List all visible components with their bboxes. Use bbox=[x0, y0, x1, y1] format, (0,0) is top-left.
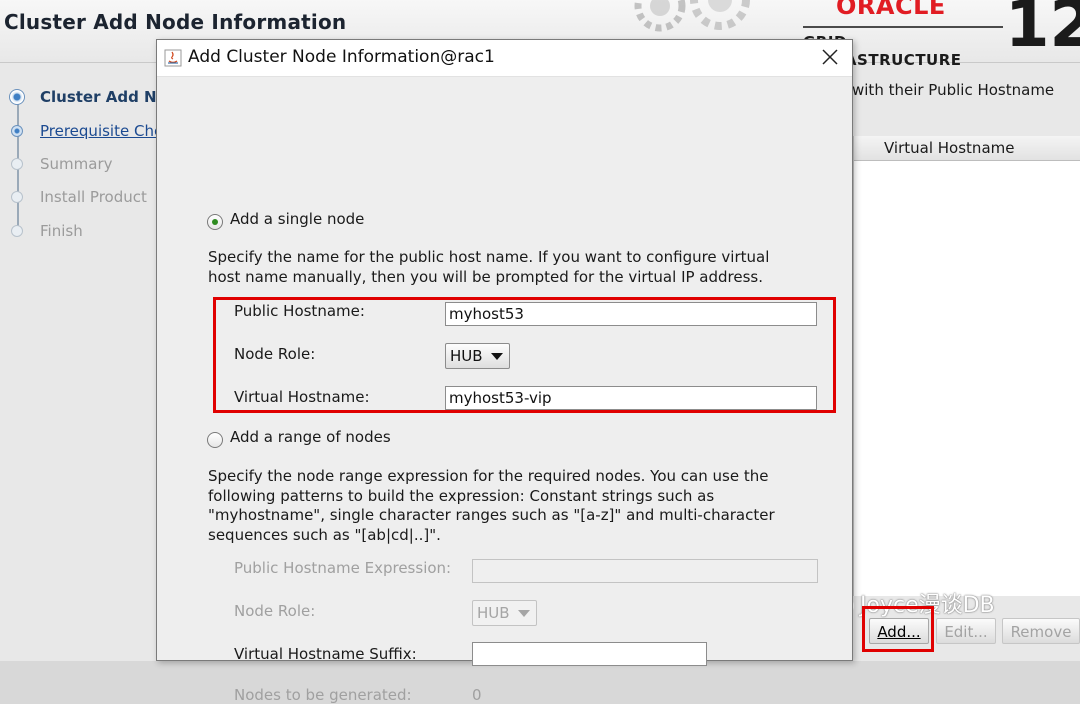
page-title: Cluster Add Node Information bbox=[4, 10, 347, 34]
nodes-table[interactable]: Virtual Hostname bbox=[853, 136, 1080, 596]
product-version: 12 bbox=[1005, 0, 1080, 62]
public-hostname-input[interactable]: myhost53 bbox=[445, 302, 817, 326]
close-icon[interactable] bbox=[821, 48, 839, 66]
public-hostname-label: Public Hostname: bbox=[234, 302, 365, 320]
dialog-body: Add a single node Specify the name for t… bbox=[157, 77, 852, 704]
chevron-down-icon bbox=[491, 353, 503, 360]
step-pending-icon bbox=[11, 125, 23, 137]
step-disabled-icon bbox=[11, 158, 23, 170]
nodes-instruction: with their Public Hostname bbox=[852, 81, 1055, 99]
edit-button[interactable]: Edit... bbox=[936, 618, 996, 644]
step-label: Summary bbox=[40, 155, 113, 173]
hostname-expression-input[interactable] bbox=[472, 559, 818, 583]
oracle-wordmark: ORACLE bbox=[836, 0, 946, 20]
add-cluster-node-dialog: Add Cluster Node Information@rac1 Add a … bbox=[156, 39, 853, 704]
add-button-highlight bbox=[862, 606, 934, 652]
column-header-virtual-hostname[interactable]: Virtual Hostname bbox=[854, 136, 1080, 161]
table-actions: Add... Edit... Remove bbox=[862, 606, 1080, 656]
range-node-role-label: Node Role: bbox=[234, 602, 316, 620]
dialog-title: Add Cluster Node Information@rac1 bbox=[188, 47, 495, 67]
dialog-titlebar[interactable]: Add Cluster Node Information@rac1 bbox=[157, 40, 852, 77]
chevron-down-icon bbox=[518, 610, 530, 617]
step-summary: Summary bbox=[0, 153, 160, 177]
node-range-label[interactable]: Add a range of nodes bbox=[230, 428, 391, 446]
step-cluster-add-node[interactable]: Cluster Add Node Information bbox=[0, 86, 293, 110]
virtual-hostname-label: Virtual Hostname: bbox=[234, 388, 370, 406]
step-disabled-icon bbox=[11, 191, 23, 203]
virtual-hostname-suffix-input[interactable] bbox=[472, 642, 707, 666]
virtual-hostname-suffix-label: Virtual Hostname Suffix: bbox=[234, 645, 417, 663]
step-prerequisite-checks[interactable]: Prerequisite Checks bbox=[0, 120, 188, 144]
step-label: Install Product bbox=[40, 188, 147, 206]
logo-divider bbox=[803, 26, 1003, 28]
virtual-hostname-input[interactable]: myhost53-vip bbox=[445, 386, 817, 410]
nodes-generated-label: Nodes to be generated: bbox=[234, 686, 412, 704]
node-role-select[interactable]: HUB bbox=[445, 343, 510, 369]
step-install-product: Install Product bbox=[0, 186, 160, 210]
single-node-radio[interactable] bbox=[207, 214, 223, 230]
node-range-radio[interactable] bbox=[207, 432, 223, 448]
step-disabled-icon bbox=[11, 225, 23, 237]
gear-icon bbox=[634, 0, 750, 32]
step-label: Finish bbox=[40, 222, 83, 240]
java-icon bbox=[164, 49, 182, 67]
node-role-label: Node Role: bbox=[234, 345, 316, 363]
nodes-generated-value: 0 bbox=[472, 686, 482, 704]
step-active-icon bbox=[9, 89, 25, 105]
remove-button[interactable]: Remove bbox=[1002, 618, 1080, 644]
range-node-role-value: HUB bbox=[477, 604, 510, 622]
hostname-expression-label: Public Hostname Expression: bbox=[234, 559, 452, 577]
node-range-description: Specify the node range expression for th… bbox=[208, 467, 775, 544]
range-node-role-select[interactable]: HUB bbox=[472, 600, 537, 626]
step-finish: Finish bbox=[0, 220, 160, 244]
node-role-value: HUB bbox=[450, 347, 483, 365]
single-node-label[interactable]: Add a single node bbox=[230, 210, 364, 228]
single-node-description: Specify the name for the public host nam… bbox=[208, 248, 770, 286]
